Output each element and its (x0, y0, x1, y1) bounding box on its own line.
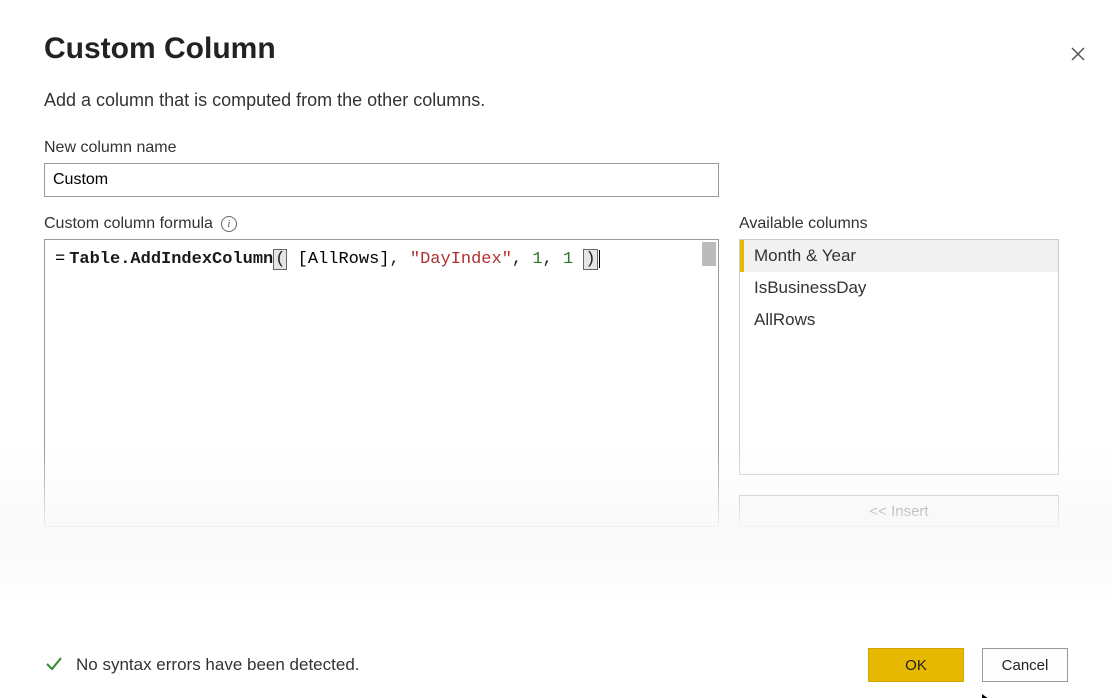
available-columns-label: Available columns (739, 215, 1059, 233)
formula-arg1-ident: AllRows (308, 250, 379, 269)
info-icon[interactable]: i (221, 216, 237, 232)
dialog-subtitle: Add a column that is computed from the o… (44, 90, 1068, 111)
close-icon (1070, 46, 1086, 62)
learn-link[interactable]: Learn about Power Query formulas (44, 539, 293, 557)
formula-scrollbar[interactable] (702, 242, 716, 266)
formula-arg2: "DayIndex" (410, 250, 512, 269)
dialog-footer: No syntax errors have been detected. OK … (44, 648, 1068, 682)
formula-comma1: , (389, 250, 409, 269)
formula-label: Custom column formula (44, 215, 213, 233)
available-columns-list[interactable]: Month & Year IsBusinessDay AllRows (739, 239, 1059, 475)
column-name-label: New column name (44, 139, 1068, 157)
formula-open-paren: ( (273, 249, 287, 270)
insert-button[interactable]: << Insert (739, 495, 1059, 527)
custom-column-dialog: Custom Column Add a column that is compu… (0, 32, 1112, 698)
status-row: No syntax errors have been detected. (44, 653, 360, 678)
available-column-item[interactable]: AllRows (740, 304, 1058, 336)
cancel-button[interactable]: Cancel (982, 648, 1068, 682)
ok-button[interactable]: OK (868, 648, 964, 682)
formula-func: Table.AddIndexColumn (69, 250, 273, 269)
text-caret (599, 250, 600, 268)
formula-label-row: Custom column formula i (44, 215, 719, 233)
dialog-title: Custom Column (44, 32, 1068, 66)
status-text: No syntax errors have been detected. (76, 655, 360, 675)
available-column-item[interactable]: Month & Year (740, 240, 1058, 272)
column-name-input[interactable] (44, 163, 719, 197)
formula-arg1-close: ] (379, 250, 389, 269)
formula-editor[interactable]: =Table.AddIndexColumn( [AllRows], "DayIn… (44, 239, 719, 527)
close-button[interactable] (1066, 42, 1090, 66)
formula-arg1-open: [ (298, 250, 308, 269)
formula-eq: = (55, 250, 69, 269)
available-column-item[interactable]: IsBusinessDay (740, 272, 1058, 304)
formula-arg4: 1 (563, 250, 573, 269)
check-icon (44, 653, 64, 678)
formula-close-paren: ) (583, 249, 597, 270)
cursor-icon (980, 692, 1002, 698)
formula-comma3: , (543, 250, 563, 269)
formula-arg3: 1 (532, 250, 542, 269)
formula-comma2: , (512, 250, 532, 269)
